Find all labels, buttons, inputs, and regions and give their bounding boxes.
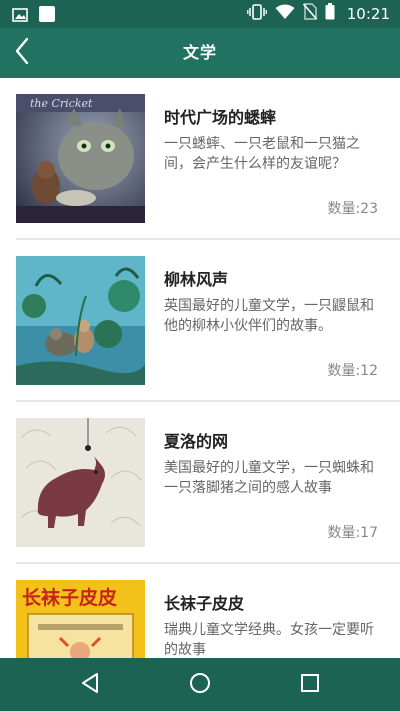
- page-title: 文学: [182, 43, 217, 62]
- book-count: 数量:23: [327, 201, 378, 217]
- image-icon: [12, 7, 28, 26]
- no-sim-icon: [302, 3, 317, 24]
- back-triangle-icon: [80, 672, 100, 698]
- list-item[interactable]: 夏洛的网 美国最好的儿童文学，一只蜘蛛和一只落脚猪之间的感人故事 数量:17: [0, 402, 400, 564]
- book-count: 数量:12: [327, 363, 378, 379]
- book-cover: [16, 256, 145, 385]
- square-notification-icon: [38, 5, 56, 27]
- home-circle-icon: [189, 672, 211, 698]
- book-list: the Cricket 时代广场的蟋蟀 一只蟋蟀、一只老鼠和一只猫之间，会产生什…: [0, 78, 400, 658]
- book-title: 柳林风声: [164, 270, 229, 289]
- nav-back-button[interactable]: [60, 658, 120, 711]
- svg-text:the Cricket: the Cricket: [30, 97, 93, 110]
- book-count: 数量:17: [327, 525, 378, 541]
- book-cover: [16, 418, 145, 547]
- nav-recents-button[interactable]: [280, 658, 340, 711]
- status-bar: 10:21: [0, 0, 400, 28]
- book-description: 一只蟋蟀、一只老鼠和一只猫之间，会产生什么样的友谊呢？: [164, 136, 360, 172]
- wifi-icon: [275, 4, 295, 24]
- recents-square-icon: [300, 673, 320, 697]
- system-nav-bar: [0, 658, 400, 711]
- status-left: [12, 5, 56, 27]
- nav-home-button[interactable]: [170, 658, 230, 711]
- book-description: 英国最好的儿童文学，一只鼹鼠和他的柳林小伙伴们的故事。: [164, 298, 374, 334]
- book-title: 夏洛的网: [164, 432, 229, 451]
- status-right: 10:21: [246, 3, 390, 24]
- book-cover: the Cricket: [16, 94, 145, 223]
- book-title: 长袜子皮皮: [164, 594, 245, 613]
- list-item[interactable]: the Cricket 时代广场的蟋蟀 一只蟋蟀、一只老鼠和一只猫之间，会产生什…: [0, 78, 400, 240]
- book-description: 瑞典儿童文学经典。女孩一定要听的故事: [164, 622, 374, 658]
- back-chevron-icon: [14, 37, 30, 69]
- list-item[interactable]: 柳林风声 英国最好的儿童文学，一只鼹鼠和他的柳林小伙伴们的故事。 数量:12: [0, 240, 400, 402]
- book-title: 时代广场的蟋蟀: [164, 108, 277, 127]
- app-bar: 文学: [0, 28, 400, 78]
- screen: 10:21 文学 the Cricket 时代广场的蟋蟀 一只蟋蟀、一只老鼠和一…: [0, 0, 400, 711]
- back-button[interactable]: [0, 28, 44, 78]
- battery-icon: [325, 3, 335, 24]
- book-description: 美国最好的儿童文学，一只蜘蛛和一只落脚猪之间的感人故事: [164, 460, 374, 496]
- status-time: 10:21: [346, 4, 390, 23]
- cover-title-text: 长袜子皮皮: [22, 586, 117, 609]
- list-item[interactable]: 长袜子皮皮 长袜子皮皮 瑞典儿童文学经典。女孩一定要听的故事: [0, 564, 400, 658]
- vibrate-icon: [246, 3, 267, 24]
- book-cover: 长袜子皮皮: [16, 580, 145, 658]
